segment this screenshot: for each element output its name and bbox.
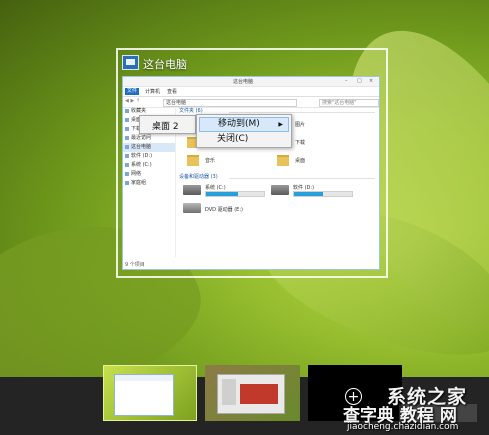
sidebar-item-label: 网络 — [131, 171, 142, 177]
window-preview-header: 这台电脑 — [118, 50, 386, 76]
sidebar-item-label: 最近访问 — [131, 135, 152, 141]
desktop-2-thumbnail[interactable] — [205, 365, 300, 421]
window-preview-this-pc[interactable]: 这台电脑 这台电脑 – □ × 文件 计算机 查看 ◀ ▶ ↑ 这台电脑 搜索"… — [116, 48, 388, 278]
close-icon: × — [369, 78, 374, 84]
folder-label: 下载 — [295, 140, 306, 146]
drive-usage-bar — [293, 191, 353, 197]
folder-icon — [277, 155, 289, 166]
drive-usage-bar — [205, 191, 265, 197]
explorer-thumbnail[interactable]: 这台电脑 – □ × 文件 计算机 查看 ◀ ▶ ↑ 这台电脑 搜索"这台电脑"… — [122, 76, 380, 270]
drive-icon — [183, 185, 201, 195]
address-bar: 这台电脑 — [163, 99, 297, 107]
nav-arrows-icon: ◀ ▶ ↑ — [125, 98, 141, 104]
context-menu: 移动到(M) ▶ 关闭(C) — [196, 114, 292, 148]
folder-icon — [187, 155, 199, 166]
explorer-title: 这台电脑 — [233, 79, 254, 85]
sidebar-item: 系统 (C:) — [123, 161, 175, 170]
sidebar-item: 家庭组 — [123, 179, 175, 188]
recent-icon — [125, 136, 129, 140]
ribbon-file-tab: 文件 — [125, 88, 139, 95]
star-icon — [125, 109, 129, 113]
sidebar-item: 最近访问 — [123, 134, 175, 143]
maximize-icon: □ — [357, 78, 362, 84]
drive-usage-fill — [294, 192, 323, 196]
sidebar-item-label: 系统 (C:) — [131, 162, 152, 168]
move-to-menu-item[interactable]: 移动到(M) ▶ — [199, 117, 289, 132]
folder-label: 桌面 — [295, 158, 306, 164]
watermark-url: jiaocheng.chazidian.com — [347, 422, 459, 432]
search-box: 搜索"这台电脑" — [319, 99, 379, 107]
this-pc-icon — [122, 55, 139, 70]
desktop-2-label: 桌面 2 — [152, 122, 179, 132]
drive-label: DVD 驱动器 (E:) — [205, 207, 243, 213]
folder-label: 图片 — [295, 122, 306, 128]
drive-icon — [125, 154, 129, 158]
explorer-status-bar: 9 个项目 — [125, 262, 145, 268]
desktop-2-menu-item[interactable]: 桌面 2 — [139, 115, 196, 134]
chevron-right-icon: ▶ — [278, 121, 283, 128]
sidebar-item-label: 这台电脑 — [131, 144, 152, 150]
window-title: 这台电脑 — [143, 58, 187, 71]
menu-item-label: 移动到(M) — [218, 119, 260, 129]
computer-icon — [125, 145, 129, 149]
drive-usage-fill — [206, 192, 238, 196]
explorer-mini-preview — [114, 374, 174, 416]
ribbon-computer-tab: 计算机 — [145, 89, 161, 95]
browser-mini-preview — [217, 374, 285, 414]
drive-label: 系统 (C:) — [205, 185, 226, 191]
explorer-ribbon: 文件 计算机 查看 — [123, 87, 379, 97]
drives-section-header: 设备和驱动器 (3) — [179, 173, 379, 182]
close-menu-item[interactable]: 关闭(C) — [199, 132, 289, 147]
sidebar-item-selected: 这台电脑 — [123, 143, 175, 152]
explorer-titlebar: 这台电脑 – □ × — [123, 77, 379, 87]
dvd-drive-icon — [183, 203, 201, 213]
sidebar-item: 网络 — [123, 170, 175, 179]
sidebar-item: 软件 (D:) — [123, 152, 175, 161]
download-icon — [125, 127, 129, 131]
menu-item-label: 关闭(C) — [217, 134, 249, 144]
sidebar-mini — [222, 379, 236, 405]
desktop-icon — [125, 118, 129, 122]
folder-label: 音乐 — [205, 158, 216, 164]
drive-icon — [125, 163, 129, 167]
sidebar-item-label: 家庭组 — [131, 180, 147, 186]
sidebar-item-label: 收藏夹 — [131, 108, 147, 114]
sidebar-item-label: 软件 (D:) — [131, 153, 153, 159]
ribbon-view-tab: 查看 — [167, 89, 178, 95]
desktop-1-thumbnail[interactable] — [103, 365, 197, 421]
homegroup-icon — [125, 181, 129, 185]
network-icon — [125, 172, 129, 176]
red-content-mini — [240, 384, 278, 404]
drive-label: 软件 (D:) — [293, 185, 315, 191]
minimize-icon: – — [345, 78, 348, 84]
drive-icon — [271, 185, 289, 195]
